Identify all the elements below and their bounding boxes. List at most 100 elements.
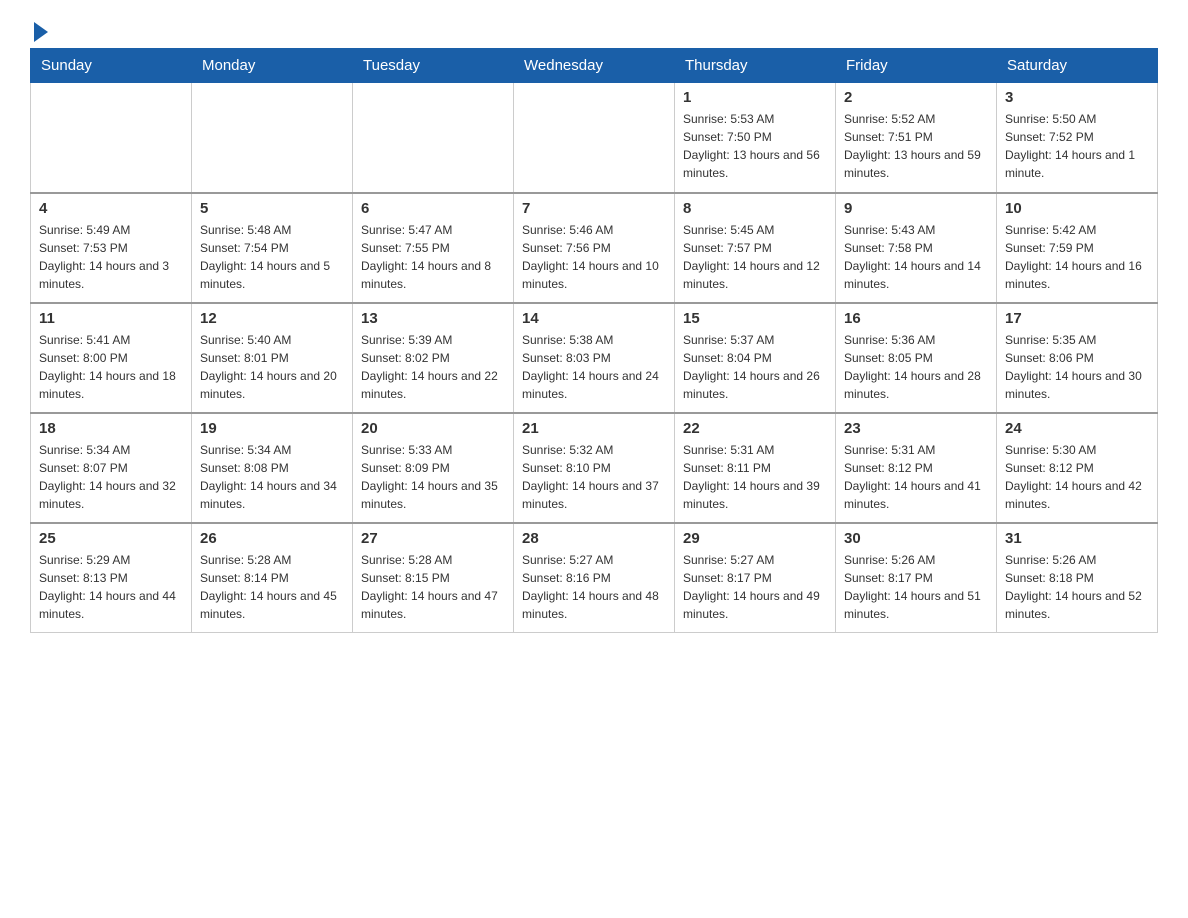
day-info: Sunrise: 5:27 AM Sunset: 8:17 PM Dayligh… — [683, 551, 827, 623]
calendar-cell: 30 Sunrise: 5:26 AM Sunset: 8:17 PM Dayli… — [836, 523, 997, 633]
calendar-cell: 16 Sunrise: 5:36 AM Sunset: 8:05 PM Dayli… — [836, 303, 997, 413]
calendar-cell: 26 Sunrise: 5:28 AM Sunset: 8:14 PM Dayli… — [192, 523, 353, 633]
day-number: 2 — [844, 89, 988, 106]
day-info: Sunrise: 5:34 AM Sunset: 8:07 PM Dayligh… — [39, 441, 183, 513]
calendar-header-friday: Friday — [836, 49, 997, 83]
day-number: 12 — [200, 310, 344, 327]
calendar-header-monday: Monday — [192, 49, 353, 83]
day-number: 1 — [683, 89, 827, 106]
calendar-header-saturday: Saturday — [997, 49, 1158, 83]
day-number: 19 — [200, 420, 344, 437]
calendar-table: SundayMondayTuesdayWednesdayThursdayFrid… — [30, 48, 1158, 633]
day-info: Sunrise: 5:37 AM Sunset: 8:04 PM Dayligh… — [683, 331, 827, 403]
calendar-cell: 8 Sunrise: 5:45 AM Sunset: 7:57 PM Daylig… — [675, 193, 836, 303]
calendar-cell: 9 Sunrise: 5:43 AM Sunset: 7:58 PM Daylig… — [836, 193, 997, 303]
day-info: Sunrise: 5:33 AM Sunset: 8:09 PM Dayligh… — [361, 441, 505, 513]
day-number: 11 — [39, 310, 183, 327]
calendar-cell: 22 Sunrise: 5:31 AM Sunset: 8:11 PM Dayli… — [675, 413, 836, 523]
day-info: Sunrise: 5:31 AM Sunset: 8:11 PM Dayligh… — [683, 441, 827, 513]
calendar-cell: 28Sunrise: 5:27 AM Sunset: 8:16 PM Dayli… — [514, 523, 675, 633]
calendar-cell: 24Sunrise: 5:30 AM Sunset: 8:12 PM Dayli… — [997, 413, 1158, 523]
day-info: Sunrise: 5:40 AM Sunset: 8:01 PM Dayligh… — [200, 331, 344, 403]
day-info: Sunrise: 5:28 AM Sunset: 8:15 PM Dayligh… — [361, 551, 505, 623]
day-info: Sunrise: 5:28 AM Sunset: 8:14 PM Dayligh… — [200, 551, 344, 623]
calendar-week-row-1: 1 Sunrise: 5:53 AM Sunset: 7:50 PM Daylig… — [31, 83, 1158, 193]
calendar-cell: 13 Sunrise: 5:39 AM Sunset: 8:02 PM Dayli… — [353, 303, 514, 413]
calendar-header-tuesday: Tuesday — [353, 49, 514, 83]
calendar-cell: 29 Sunrise: 5:27 AM Sunset: 8:17 PM Dayli… — [675, 523, 836, 633]
calendar-header-wednesday: Wednesday — [514, 49, 675, 83]
day-info: Sunrise: 5:53 AM Sunset: 7:50 PM Dayligh… — [683, 110, 827, 182]
calendar-cell: 11 Sunrise: 5:41 AM Sunset: 8:00 PM Dayli… — [31, 303, 192, 413]
calendar-cell: 6 Sunrise: 5:47 AM Sunset: 7:55 PM Daylig… — [353, 193, 514, 303]
day-info: Sunrise: 5:39 AM Sunset: 8:02 PM Dayligh… — [361, 331, 505, 403]
day-number: 30 — [844, 530, 988, 547]
calendar-cell: 21 Sunrise: 5:32 AM Sunset: 8:10 PM Dayli… — [514, 413, 675, 523]
day-number: 26 — [200, 530, 344, 547]
day-number: 15 — [683, 310, 827, 327]
day-info: Sunrise: 5:42 AM Sunset: 7:59 PM Dayligh… — [1005, 221, 1149, 293]
day-number: 9 — [844, 200, 988, 217]
day-number: 4 — [39, 200, 183, 217]
calendar-cell — [353, 83, 514, 193]
day-number: 13 — [361, 310, 505, 327]
day-number: 22 — [683, 420, 827, 437]
day-info: Sunrise: 5:34 AM Sunset: 8:08 PM Dayligh… — [200, 441, 344, 513]
day-info: Sunrise: 5:41 AM Sunset: 8:00 PM Dayligh… — [39, 331, 183, 403]
day-info: Sunrise: 5:30 AM Sunset: 8:12 PM Dayligh… — [1005, 441, 1149, 513]
day-number: 21 — [522, 420, 666, 437]
day-info: Sunrise: 5:47 AM Sunset: 7:55 PM Dayligh… — [361, 221, 505, 293]
calendar-header-thursday: Thursday — [675, 49, 836, 83]
logo-arrow-icon — [34, 22, 48, 42]
calendar-cell: 31 Sunrise: 5:26 AM Sunset: 8:18 PM Dayli… — [997, 523, 1158, 633]
day-info: Sunrise: 5:46 AM Sunset: 7:56 PM Dayligh… — [522, 221, 666, 293]
calendar-week-row-4: 18 Sunrise: 5:34 AM Sunset: 8:07 PM Dayli… — [31, 413, 1158, 523]
logo — [30, 20, 48, 38]
calendar-cell: 2 Sunrise: 5:52 AM Sunset: 7:51 PM Daylig… — [836, 83, 997, 193]
calendar-week-row-3: 11 Sunrise: 5:41 AM Sunset: 8:00 PM Dayli… — [31, 303, 1158, 413]
day-info: Sunrise: 5:36 AM Sunset: 8:05 PM Dayligh… — [844, 331, 988, 403]
calendar-cell: 15 Sunrise: 5:37 AM Sunset: 8:04 PM Dayli… — [675, 303, 836, 413]
day-number: 20 — [361, 420, 505, 437]
calendar-cell: 3 Sunrise: 5:50 AM Sunset: 7:52 PM Daylig… — [997, 83, 1158, 193]
page-header — [30, 20, 1158, 38]
day-info: Sunrise: 5:48 AM Sunset: 7:54 PM Dayligh… — [200, 221, 344, 293]
day-info: Sunrise: 5:32 AM Sunset: 8:10 PM Dayligh… — [522, 441, 666, 513]
day-number: 7 — [522, 200, 666, 217]
calendar-week-row-5: 25 Sunrise: 5:29 AM Sunset: 8:13 PM Dayli… — [31, 523, 1158, 633]
calendar-cell: 23Sunrise: 5:31 AM Sunset: 8:12 PM Dayli… — [836, 413, 997, 523]
day-info: Sunrise: 5:45 AM Sunset: 7:57 PM Dayligh… — [683, 221, 827, 293]
day-info: Sunrise: 5:35 AM Sunset: 8:06 PM Dayligh… — [1005, 331, 1149, 403]
day-number: 3 — [1005, 89, 1149, 106]
calendar-cell: 10Sunrise: 5:42 AM Sunset: 7:59 PM Dayli… — [997, 193, 1158, 303]
day-info: Sunrise: 5:26 AM Sunset: 8:18 PM Dayligh… — [1005, 551, 1149, 623]
calendar-cell: 5Sunrise: 5:48 AM Sunset: 7:54 PM Daylig… — [192, 193, 353, 303]
calendar-cell: 27Sunrise: 5:28 AM Sunset: 8:15 PM Dayli… — [353, 523, 514, 633]
calendar-cell: 14Sunrise: 5:38 AM Sunset: 8:03 PM Dayli… — [514, 303, 675, 413]
calendar-header-row: SundayMondayTuesdayWednesdayThursdayFrid… — [31, 49, 1158, 83]
day-number: 6 — [361, 200, 505, 217]
calendar-cell: 25 Sunrise: 5:29 AM Sunset: 8:13 PM Dayli… — [31, 523, 192, 633]
day-info: Sunrise: 5:50 AM Sunset: 7:52 PM Dayligh… — [1005, 110, 1149, 182]
day-number: 25 — [39, 530, 183, 547]
calendar-week-row-2: 4Sunrise: 5:49 AM Sunset: 7:53 PM Daylig… — [31, 193, 1158, 303]
day-number: 29 — [683, 530, 827, 547]
day-info: Sunrise: 5:29 AM Sunset: 8:13 PM Dayligh… — [39, 551, 183, 623]
day-number: 14 — [522, 310, 666, 327]
day-info: Sunrise: 5:43 AM Sunset: 7:58 PM Dayligh… — [844, 221, 988, 293]
calendar-header-sunday: Sunday — [31, 49, 192, 83]
calendar-cell: 18 Sunrise: 5:34 AM Sunset: 8:07 PM Dayli… — [31, 413, 192, 523]
day-number: 8 — [683, 200, 827, 217]
calendar-cell: 1 Sunrise: 5:53 AM Sunset: 7:50 PM Daylig… — [675, 83, 836, 193]
day-number: 18 — [39, 420, 183, 437]
day-number: 16 — [844, 310, 988, 327]
day-info: Sunrise: 5:52 AM Sunset: 7:51 PM Dayligh… — [844, 110, 988, 182]
day-number: 17 — [1005, 310, 1149, 327]
calendar-cell — [31, 83, 192, 193]
day-info: Sunrise: 5:26 AM Sunset: 8:17 PM Dayligh… — [844, 551, 988, 623]
calendar-cell — [514, 83, 675, 193]
day-info: Sunrise: 5:27 AM Sunset: 8:16 PM Dayligh… — [522, 551, 666, 623]
day-number: 31 — [1005, 530, 1149, 547]
calendar-cell — [192, 83, 353, 193]
calendar-cell: 19 Sunrise: 5:34 AM Sunset: 8:08 PM Dayli… — [192, 413, 353, 523]
